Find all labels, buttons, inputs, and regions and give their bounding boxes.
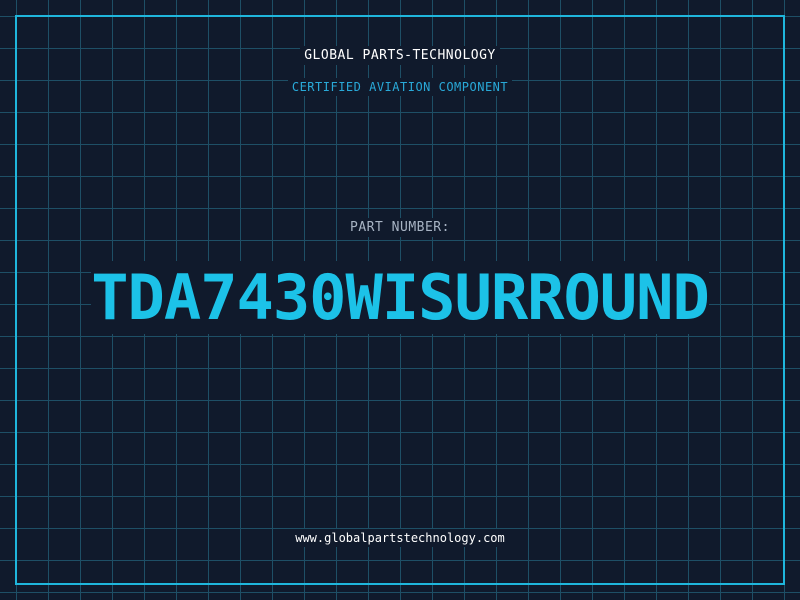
part-number-text: TDA7430WISURROUND (91, 261, 710, 334)
part-number-label-text: PART NUMBER: (346, 218, 454, 237)
website-url-text: www.globalpartstechnology.com (291, 529, 509, 547)
company-name-text: GLOBAL PARTS-TECHNOLOGY (300, 46, 500, 65)
tagline-text: CERTIFIED AVIATION COMPONENT (287, 78, 513, 96)
part-number: TDA7430WISURROUND (0, 258, 800, 338)
tagline: CERTIFIED AVIATION COMPONENT (0, 78, 800, 96)
website-url: www.globalpartstechnology.com (0, 529, 800, 547)
part-number-label: PART NUMBER: (0, 218, 800, 237)
company-name: GLOBAL PARTS-TECHNOLOGY (0, 46, 800, 65)
